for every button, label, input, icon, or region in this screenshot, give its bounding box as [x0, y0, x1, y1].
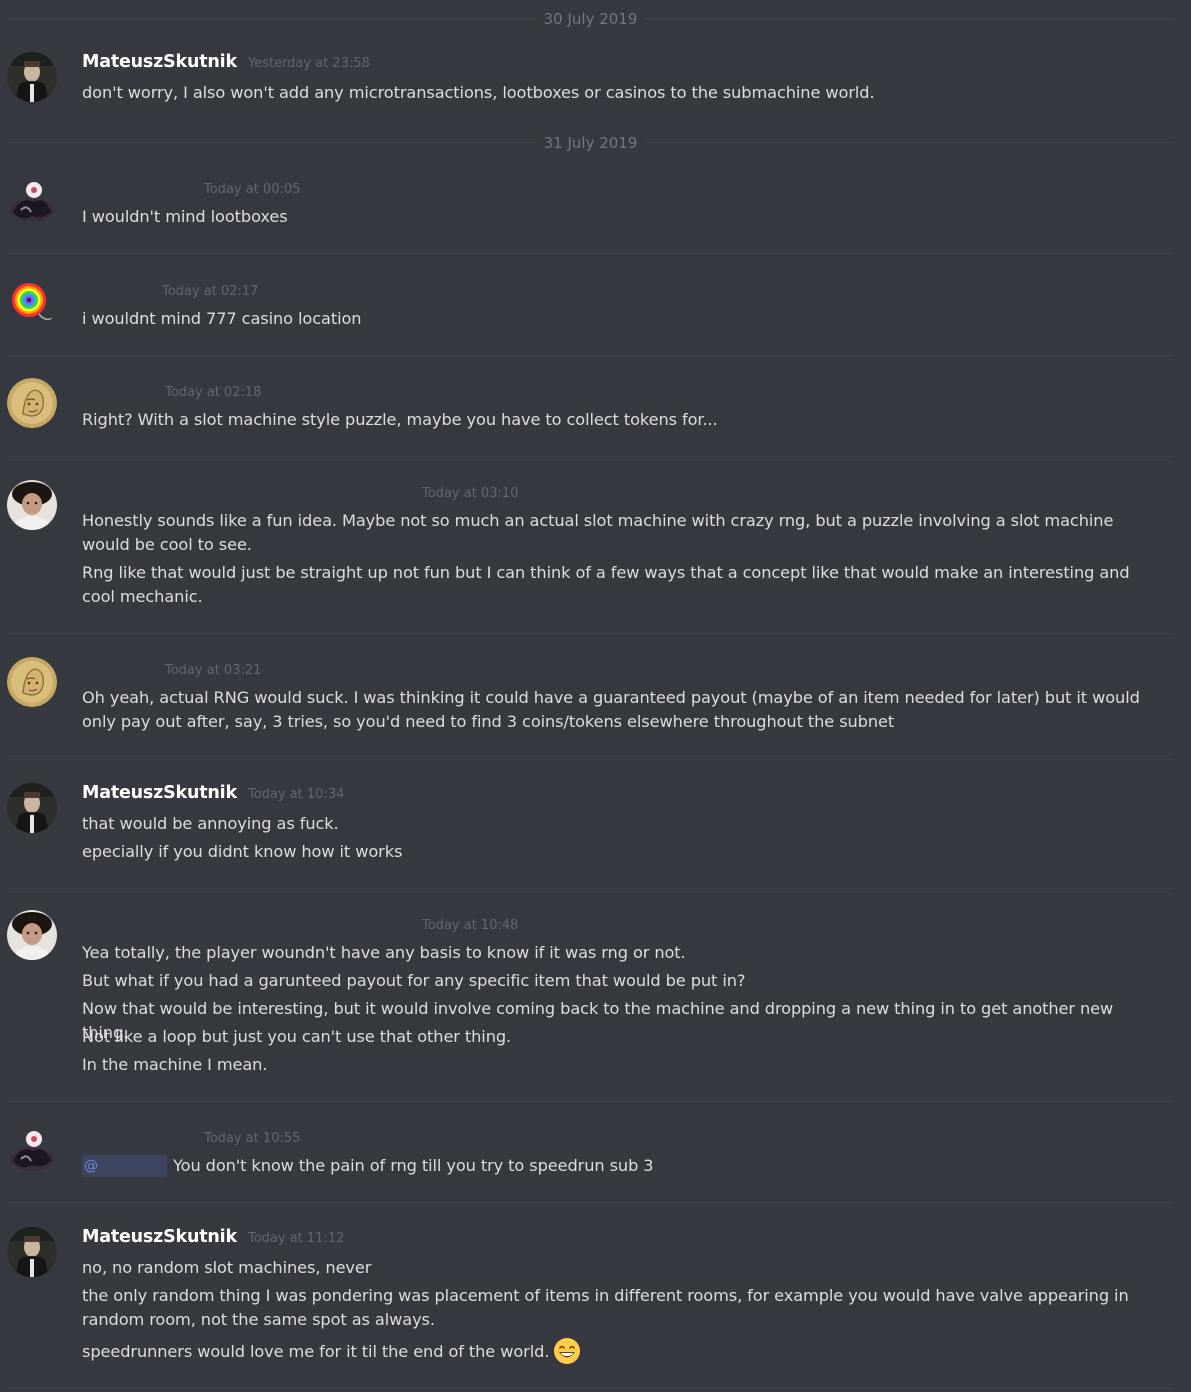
message-separator: [8, 633, 1173, 634]
message-header: Today at 03:10: [416, 482, 518, 506]
avatar[interactable]: [7, 52, 57, 102]
date-divider-label: 31 July 2019: [535, 133, 646, 153]
message-text: But what if you had a garunteed payout f…: [82, 971, 746, 990]
message-text: Honestly sounds like a fun idea. Maybe n…: [82, 511, 1114, 554]
timestamp[interactable]: Today at 02:17: [162, 284, 258, 299]
message-separator: [8, 253, 1173, 254]
avatar[interactable]: [7, 910, 57, 960]
message-text: no, no random slot machines, never: [82, 1258, 372, 1277]
date-divider: 30 July 2019: [8, 9, 1173, 29]
message-text: speedrunners would love me for it til th…: [82, 1337, 1162, 1365]
message-header: Today at 10:48: [416, 914, 518, 938]
avatar[interactable]: [7, 278, 57, 328]
message-text: Oh yeah, actual RNG would suck. I was th…: [82, 688, 1140, 731]
avatar[interactable]: [7, 1227, 57, 1277]
avatar[interactable]: [7, 783, 57, 833]
date-divider-label: 30 July 2019: [535, 9, 646, 29]
message-header: MateuszSkutnik Today at 10:34: [82, 783, 344, 807]
message-text: Not like a loop but just you can't use t…: [82, 1027, 512, 1046]
username[interactable]: MateuszSkutnik: [82, 783, 237, 803]
message-header: Today at 10:55: [198, 1127, 300, 1151]
message-header: MateuszSkutnik Today at 11:12: [82, 1227, 344, 1251]
timestamp[interactable]: Today at 02:18: [165, 385, 261, 400]
timestamp[interactable]: Today at 03:21: [165, 663, 261, 678]
message-header: MateuszSkutnik Yesterday at 23:58: [82, 52, 370, 76]
chat-messages[interactable]: 30 July 2019 MateuszSkutnik Yesterday at…: [0, 0, 1191, 1392]
timestamp[interactable]: Today at 10:34: [248, 787, 344, 802]
timestamp[interactable]: Today at 10:55: [204, 1131, 300, 1146]
message-text: Yea totally, the player woundn't have an…: [82, 943, 686, 962]
avatar[interactable]: [7, 176, 57, 226]
message-text: epecially if you didnt know how it works: [82, 842, 403, 861]
avatar[interactable]: [7, 657, 57, 707]
message-separator: [8, 355, 1173, 356]
message-text: i wouldnt mind 777 casino location: [82, 309, 362, 328]
message-separator: [8, 456, 1173, 457]
message-text: Right? With a slot machine style puzzle,…: [82, 410, 718, 429]
user-mention[interactable]: @: [82, 1155, 167, 1177]
message-text: I wouldn't mind lootboxes: [82, 207, 288, 226]
message-header: Today at 00:05: [198, 178, 300, 202]
message-text: @ You don't know the pain of rng till you…: [82, 1154, 1162, 1178]
username[interactable]: MateuszSkutnik: [82, 1227, 237, 1247]
message-separator: [8, 1388, 1173, 1389]
username[interactable]: MateuszSkutnik: [82, 52, 237, 72]
message-text: Rng like that would just be straight up …: [82, 563, 1130, 606]
timestamp[interactable]: Today at 00:05: [204, 182, 300, 197]
message-header: Today at 02:17: [156, 280, 258, 304]
message-text: that would be annoying as fuck.: [82, 814, 339, 833]
message-separator: [8, 1101, 1173, 1102]
message-text-content: speedrunners would love me for it til th…: [82, 1342, 550, 1361]
date-divider: 31 July 2019: [8, 133, 1173, 153]
message-text-content: You don't know the pain of rng till you …: [173, 1156, 654, 1175]
timestamp[interactable]: Today at 03:10: [422, 486, 518, 501]
avatar[interactable]: [7, 378, 57, 428]
message-text: In the machine I mean.: [82, 1055, 268, 1074]
message-separator: [8, 759, 1173, 760]
message-separator: [8, 1202, 1173, 1203]
timestamp[interactable]: Yesterday at 23:58: [248, 56, 370, 71]
message-separator: [8, 888, 1173, 889]
grinning-smiling-eyes-emoji: [553, 1337, 581, 1365]
message-header: Today at 03:21: [159, 659, 261, 683]
avatar[interactable]: [7, 480, 57, 530]
timestamp[interactable]: Today at 10:48: [422, 918, 518, 933]
avatar[interactable]: [7, 1125, 57, 1175]
message-header: Today at 02:18: [159, 381, 261, 405]
message-text: the only random thing I was pondering wa…: [82, 1286, 1129, 1329]
timestamp[interactable]: Today at 11:12: [248, 1231, 344, 1246]
message-text: don't worry, I also won't add any microt…: [82, 83, 875, 102]
